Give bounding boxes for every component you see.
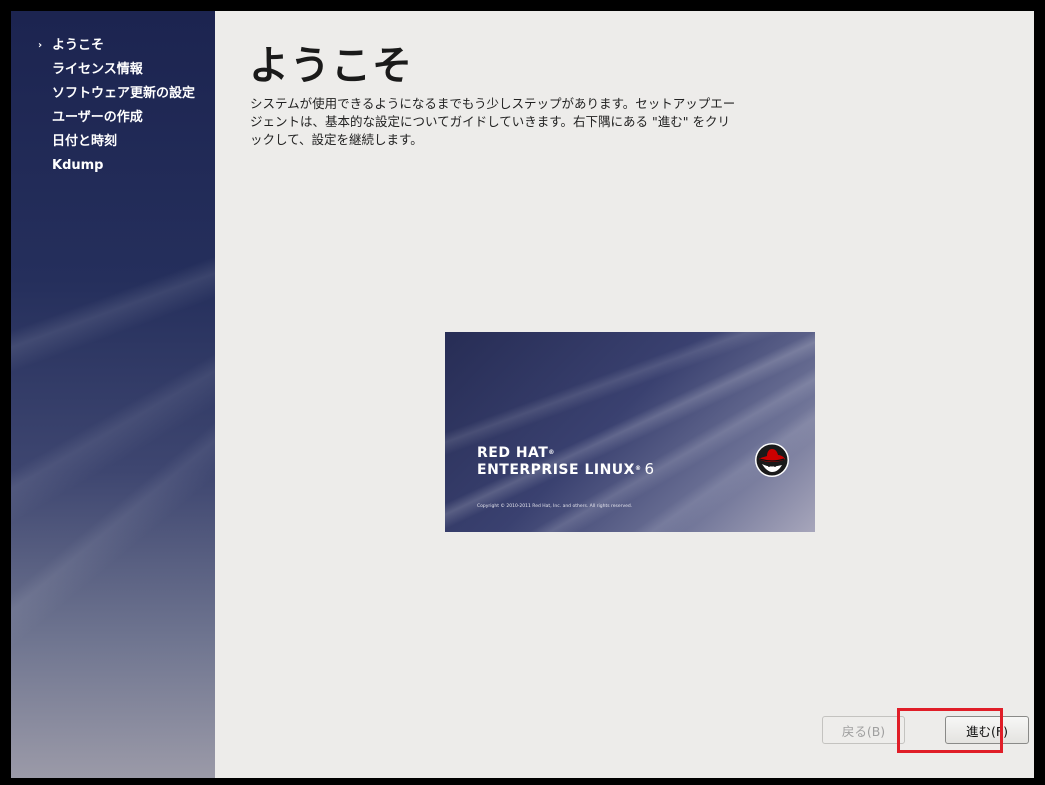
rhel-splash-image: RED HAT® ENTERPRISE LINUX® 6 Copyright © … — [445, 332, 815, 532]
sidebar-item-kdump: Kdump — [11, 157, 215, 175]
intro-text: システムが使用できるようになるまでもう少しステップがあります。セットアップエージ… — [250, 96, 736, 147]
next-button[interactable]: 進む(F) — [945, 716, 1029, 744]
sidebar: › ようこそ ライセンス情報 ソフトウェア更新の設定 ユーザーの作成 日付と時刻… — [11, 11, 215, 778]
copyright-text: Copyright © 2010-2011 Red Hat, Inc. and … — [477, 504, 633, 509]
sidebar-item-label: Kdump — [52, 158, 104, 173]
brand-wordmark: RED HAT® ENTERPRISE LINUX® 6 — [477, 445, 655, 478]
red-hat-logo-icon — [755, 443, 789, 477]
sidebar-item-label: ようこそ — [52, 38, 105, 53]
brand-line-1: RED HAT® — [477, 445, 555, 461]
sidebar-item-label: ライセンス情報 — [52, 62, 143, 77]
sidebar-item-software-updates: ソフトウェア更新の設定 — [11, 85, 215, 103]
sidebar-item-label: ユーザーの作成 — [52, 110, 143, 125]
current-step-arrow-icon: › — [38, 40, 43, 51]
sidebar-item-label: 日付と時刻 — [52, 134, 118, 149]
sidebar-item-label: ソフトウェア更新の設定 — [52, 86, 196, 101]
version-number: 6 — [644, 460, 655, 478]
firstboot-window: › ようこそ ライセンス情報 ソフトウェア更新の設定 ユーザーの作成 日付と時刻… — [11, 11, 1034, 778]
sidebar-item-license: ライセンス情報 — [11, 61, 215, 79]
sidebar-item-create-user: ユーザーの作成 — [11, 109, 215, 127]
back-button[interactable]: 戻る(B) — [822, 716, 905, 744]
main-content: ようこそ システムが使用できるようになるまでもう少しステップがあります。セットア… — [215, 11, 1034, 778]
sidebar-item-welcome: › ようこそ — [11, 37, 215, 55]
page-title: ようこそ — [249, 43, 413, 89]
sidebar-item-date-time: 日付と時刻 — [11, 133, 215, 151]
brand-line-2: ENTERPRISE LINUX® 6 — [477, 460, 655, 478]
step-list: › ようこそ ライセンス情報 ソフトウェア更新の設定 ユーザーの作成 日付と時刻… — [11, 37, 215, 181]
